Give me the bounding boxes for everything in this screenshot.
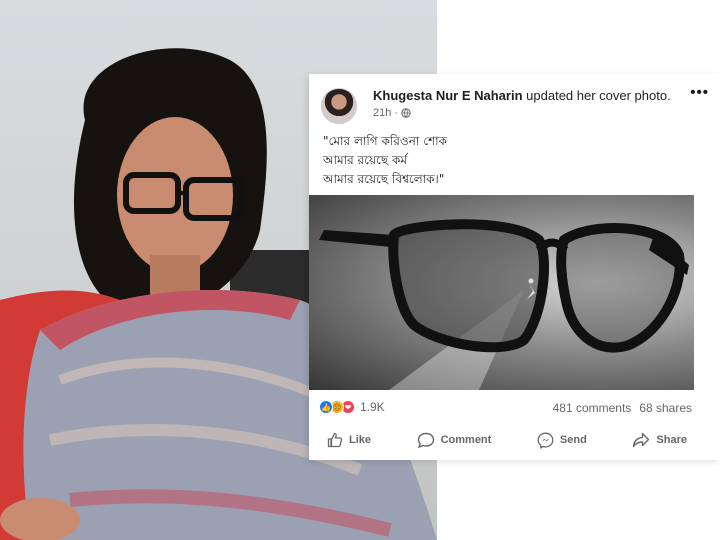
post-action-text: updated her cover photo.: [526, 88, 671, 103]
post-caption: "মোর লাগি করিওনা শোক আমার রয়েছে কর্ম আম…: [323, 132, 683, 189]
more-options-icon[interactable]: •••: [690, 84, 709, 101]
like-label: Like: [349, 434, 372, 446]
comment-button[interactable]: Comment: [417, 430, 492, 450]
send-button[interactable]: Send: [537, 430, 587, 450]
comment-icon: [417, 432, 434, 448]
author-name[interactable]: Khugesta Nur E Naharin: [373, 88, 523, 103]
share-count[interactable]: 68 shares: [639, 401, 692, 415]
messenger-icon: [537, 432, 554, 449]
globe-icon: [401, 108, 411, 118]
share-arrow-icon: [633, 432, 650, 448]
thumbs-up-icon: [327, 432, 343, 448]
post-timestamp[interactable]: 21h ·: [373, 107, 398, 119]
post-header: Khugesta Nur E Naharin updated her cover…: [319, 84, 709, 126]
caption-line: আমার রয়েছে কর্ম: [323, 153, 408, 167]
comment-label: Comment: [440, 434, 492, 446]
engagement-stats: 481 comments 68 shares: [553, 401, 692, 415]
comment-count[interactable]: 481 comments: [553, 401, 632, 415]
post-author-line: Khugesta Nur E Naharin updated her cover…: [373, 88, 671, 103]
like-reaction-icon: 👍: [319, 400, 333, 414]
caption-line: "মোর লাগি করিওনা শোক: [323, 134, 448, 148]
author-avatar[interactable]: [321, 88, 357, 124]
facebook-post-card: Khugesta Nur E Naharin updated her cover…: [309, 74, 720, 460]
share-button[interactable]: Share: [632, 430, 687, 450]
caption-line: আমার রয়েছে বিশ্বলোক।": [323, 172, 445, 186]
cover-photo-eyeglasses[interactable]: [309, 195, 694, 390]
share-label: Share: [656, 434, 687, 446]
post-action-bar: Like Comment Send Share: [327, 430, 687, 450]
like-button[interactable]: Like: [327, 430, 371, 450]
send-label: Send: [559, 434, 587, 446]
reaction-summary[interactable]: 👍 ☹ ❤ 1.9K: [319, 400, 385, 414]
post-meta: 21h ·: [373, 107, 411, 119]
reaction-count: 1.9K: [360, 400, 385, 414]
